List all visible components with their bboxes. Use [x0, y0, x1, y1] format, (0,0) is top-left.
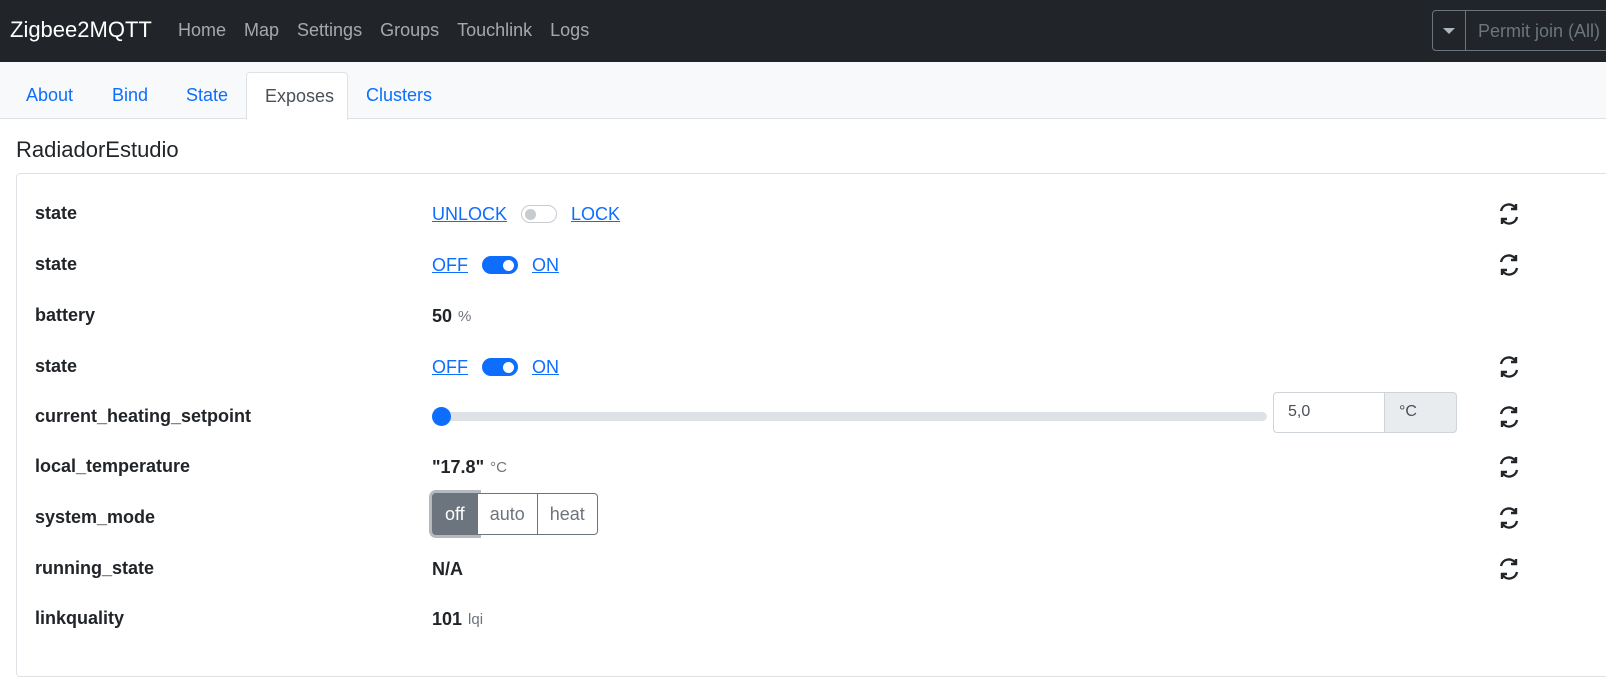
expose-label: running_state	[35, 558, 155, 578]
tab-bar: About Bind State Exposes Clusters	[0, 62, 1606, 120]
setpoint-slider[interactable]	[432, 407, 1267, 426]
lock-state-control: UNLOCK LOCK	[432, 199, 620, 229]
refresh-icon[interactable]	[1497, 557, 1521, 581]
running-state-value: N/A	[432, 554, 463, 584]
expose-row-heating-setpoint: current_heating_setpoint 5,0 °C	[35, 392, 1525, 433]
state-switch[interactable]	[482, 256, 518, 274]
nav-links: Home Map Settings Groups Touchlink Logs	[178, 20, 607, 41]
system-mode-group: off auto heat	[432, 493, 598, 535]
caret-down-icon	[1443, 27, 1455, 34]
switch-knob	[503, 260, 514, 271]
battery-value: 50 %	[432, 301, 471, 331]
expose-row-local-temperature: local_temperature "17.8" °C	[35, 452, 1525, 482]
expose-label: current_heating_setpoint	[35, 406, 252, 426]
permit-join-dropdown[interactable]	[1433, 11, 1466, 50]
state-control: OFF ON	[432, 352, 559, 382]
refresh-icon[interactable]	[1497, 405, 1521, 429]
expose-row-linkquality: linkquality 101 lqi	[35, 604, 1525, 634]
lock-state-switch[interactable]	[521, 205, 558, 223]
expose-label: linkquality	[35, 608, 125, 628]
temperature-unit: °C	[490, 458, 507, 476]
state-control: OFF ON	[432, 250, 559, 280]
device-title: RadiadorEstudio	[16, 137, 179, 162]
expose-row-state: state OFF ON	[35, 250, 1525, 280]
tab-about[interactable]: About	[26, 72, 73, 119]
switch-knob	[503, 362, 514, 373]
local-temperature-value: "17.8" °C	[432, 452, 507, 482]
brand-logo[interactable]: Zigbee2MQTT	[10, 17, 152, 43]
nav-link-map[interactable]: Map	[244, 20, 279, 41]
unlock-link[interactable]: UNLOCK	[432, 204, 507, 225]
on-link[interactable]: ON	[532, 357, 559, 378]
expose-row-running-state: running_state N/A	[35, 554, 1525, 584]
refresh-icon[interactable]	[1497, 355, 1521, 379]
off-link[interactable]: OFF	[432, 255, 468, 276]
mode-heat-button[interactable]: heat	[537, 493, 598, 535]
expose-label: state	[35, 254, 78, 274]
nav-link-settings[interactable]: Settings	[297, 20, 362, 41]
refresh-icon[interactable]	[1497, 506, 1521, 530]
linkquality-number: 101	[432, 608, 463, 629]
nav-link-groups[interactable]: Groups	[380, 20, 439, 41]
mode-auto-button[interactable]: auto	[477, 493, 538, 535]
expose-label: state	[35, 203, 78, 223]
battery-unit: %	[458, 307, 472, 325]
permit-join-control: Permit join (All)	[1432, 10, 1606, 51]
linkquality-value: 101 lqi	[432, 604, 483, 634]
battery-number: 50	[432, 305, 453, 326]
nav-link-touchlink[interactable]: Touchlink	[457, 20, 532, 41]
permit-join-button[interactable]: Permit join (All)	[1466, 11, 1600, 50]
on-link[interactable]: ON	[532, 255, 559, 276]
navbar: Zigbee2MQTT Home Map Settings Groups Tou…	[0, 0, 1606, 62]
expose-row-system-mode: system_mode off auto heat	[35, 493, 1525, 535]
temperature-number: "17.8"	[432, 456, 485, 477]
setpoint-unit: °C	[1385, 392, 1457, 433]
slider-thumb[interactable]	[432, 407, 451, 426]
linkquality-unit: lqi	[468, 610, 484, 628]
expose-label: system_mode	[35, 507, 156, 527]
state-switch[interactable]	[482, 358, 518, 376]
expose-label: local_temperature	[35, 456, 191, 476]
expose-row-state-2: state OFF ON	[35, 352, 1525, 382]
tab-state[interactable]: State	[186, 72, 228, 119]
expose-row-lock-state: state UNLOCK LOCK	[35, 199, 1525, 229]
refresh-icon[interactable]	[1497, 455, 1521, 479]
off-link[interactable]: OFF	[432, 357, 468, 378]
running-state-text: N/A	[432, 558, 463, 579]
expose-label: battery	[35, 305, 96, 325]
lock-link[interactable]: LOCK	[571, 204, 620, 225]
refresh-icon[interactable]	[1497, 202, 1521, 226]
mode-off-button[interactable]: off	[432, 493, 478, 535]
expose-row-battery: battery 50 %	[35, 301, 1525, 331]
expose-label: state	[35, 356, 78, 376]
nav-link-logs[interactable]: Logs	[550, 20, 589, 41]
switch-knob	[525, 209, 537, 220]
nav-link-home[interactable]: Home	[178, 20, 226, 41]
tab-exposes[interactable]: Exposes	[246, 72, 348, 120]
tab-clusters[interactable]: Clusters	[366, 72, 432, 119]
refresh-icon[interactable]	[1497, 253, 1521, 277]
tab-bind[interactable]: Bind	[112, 72, 148, 119]
setpoint-input[interactable]: 5,0	[1273, 392, 1385, 433]
